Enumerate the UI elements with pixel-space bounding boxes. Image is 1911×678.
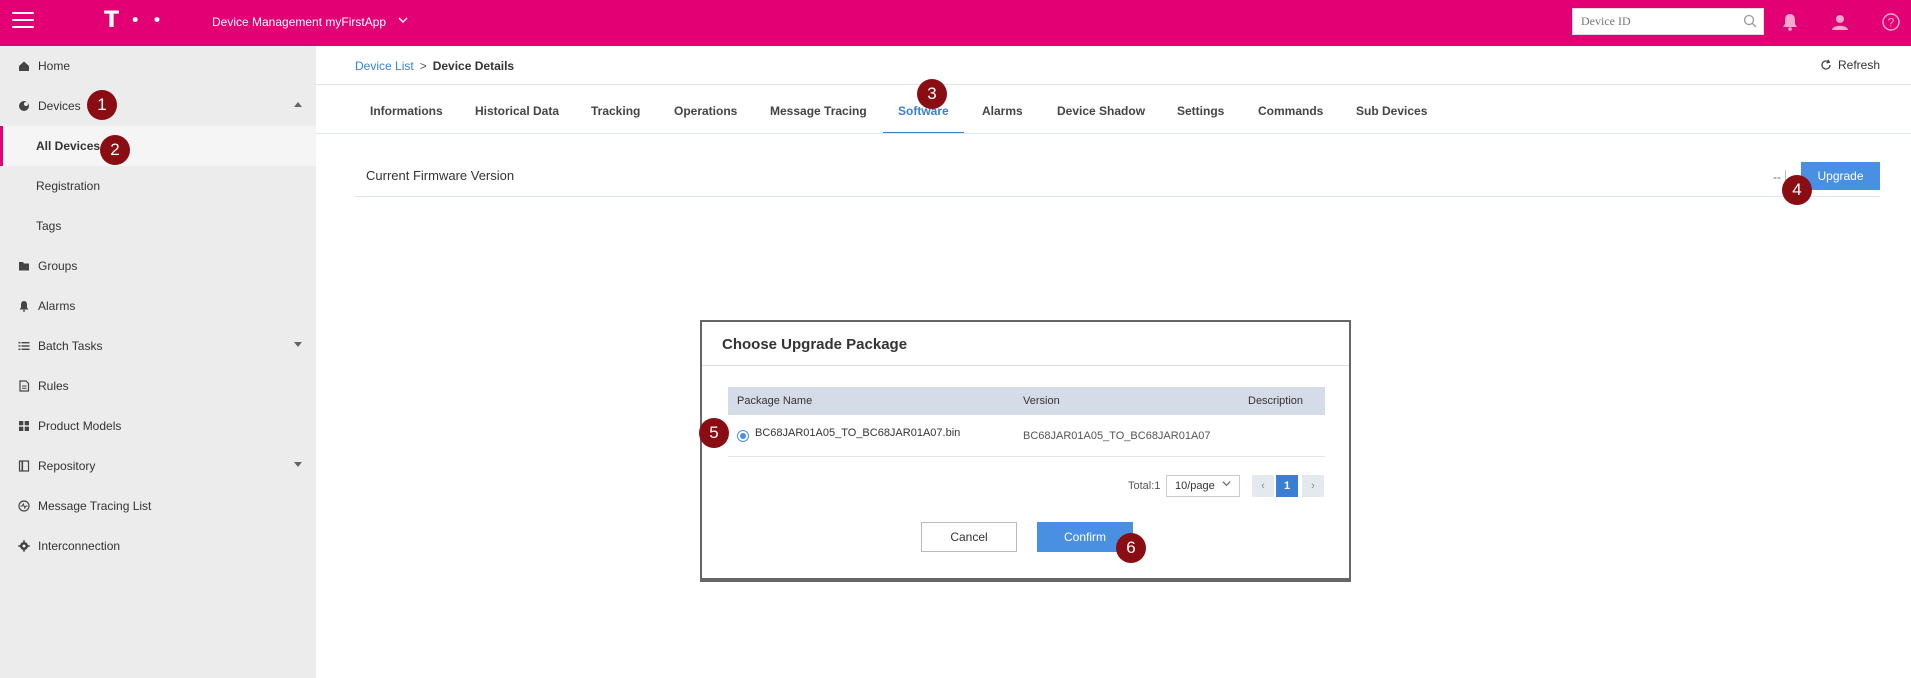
refresh-button[interactable]: Refresh (1820, 58, 1880, 72)
book-icon (18, 460, 30, 472)
sidebar-item-home[interactable]: Home (0, 46, 316, 86)
chevron-down-icon[interactable] (294, 342, 302, 347)
tab-divider (316, 133, 1911, 134)
bell-icon[interactable] (1780, 12, 1800, 32)
firmware-divider (355, 196, 1880, 197)
tab-settings[interactable]: Settings (1177, 104, 1224, 134)
current-firmware-label: Current Firmware Version (366, 168, 515, 183)
telekom-logo: T • • (104, 8, 166, 33)
table-row[interactable]: BC68JAR01A05_TO_BC68JAR01A07.bin BC68JAR… (728, 415, 1325, 457)
next-page-button[interactable]: › (1302, 475, 1324, 497)
step-marker-6: 6 (1116, 533, 1146, 563)
column-header-version: Version (1023, 395, 1060, 407)
refresh-icon (1821, 59, 1831, 70)
tracing-icon (18, 500, 30, 512)
tab-software[interactable]: Software (883, 104, 964, 134)
gear-icon (18, 540, 30, 552)
previous-page-button[interactable]: ‹ (1252, 475, 1274, 497)
sidebar-item-devices[interactable]: Devices (0, 86, 316, 126)
app-title[interactable]: Device Management myFirstApp (212, 15, 386, 29)
sidebar-item-batch-tasks[interactable]: Batch Tasks (0, 326, 316, 366)
package-name-cell: BC68JAR01A05_TO_BC68JAR01A07.bin (755, 427, 961, 439)
search-icon[interactable] (1743, 14, 1757, 28)
sidebar-item-repository[interactable]: Repository (0, 446, 316, 486)
sidebar: Home Devices All Devices Registration Ta… (0, 46, 316, 678)
cancel-button[interactable]: Cancel (921, 522, 1017, 552)
sidebar-item-rules[interactable]: Rules (0, 366, 316, 406)
sidebar-item-product-models[interactable]: Product Models (0, 406, 316, 446)
dialog-title: Choose Upgrade Package (722, 336, 908, 353)
search-box (1572, 8, 1764, 35)
breadcrumb-separator: > (419, 59, 427, 73)
current-firmware-value: -- (1773, 170, 1781, 184)
divider (702, 365, 1349, 366)
sidebar-item-interconnection[interactable]: Interconnection (0, 526, 316, 566)
tab-alarms[interactable]: Alarms (982, 104, 1023, 134)
step-marker-3: 3 (917, 79, 947, 109)
chevron-down-icon (1222, 479, 1231, 491)
column-header-description: Description (1248, 395, 1304, 407)
breadcrumb-current: Device Details (432, 59, 515, 73)
sidebar-item-groups[interactable]: Groups (0, 246, 316, 286)
menu-icon[interactable] (12, 12, 34, 32)
chevron-down-icon[interactable] (294, 462, 302, 467)
devices-icon (19, 101, 29, 111)
tab-message-tracing[interactable]: Message Tracing (770, 104, 867, 134)
page-size-select[interactable]: 10/page (1166, 475, 1240, 497)
device-id-search-input[interactable] (1573, 9, 1733, 34)
tab-tracking[interactable]: Tracking (591, 104, 640, 134)
sidebar-item-tags[interactable]: Tags (0, 206, 316, 246)
choose-upgrade-package-dialog: Choose Upgrade Package Package Name Vers… (700, 320, 1351, 582)
version-cell: BC68JAR01A05_TO_BC68JAR01A07 (1023, 430, 1211, 442)
tab-historical-data[interactable]: Historical Data (475, 104, 559, 134)
sidebar-item-alarms[interactable]: Alarms (0, 286, 316, 326)
svg-text:?: ? (1888, 16, 1895, 30)
step-marker-4: 4 (1782, 175, 1812, 205)
folder-icon (19, 262, 29, 271)
package-radio-button[interactable] (737, 430, 749, 442)
grid-icon (19, 421, 29, 431)
page-1-button[interactable]: 1 (1276, 475, 1298, 497)
step-marker-5: 5 (699, 418, 729, 448)
column-header-package-name: Package Name (737, 395, 813, 407)
total-count: Total:1 (1128, 480, 1161, 492)
user-icon[interactable] (1830, 12, 1850, 32)
sidebar-item-all-devices[interactable]: All Devices (0, 126, 316, 166)
sidebar-item-message-tracing-list[interactable]: Message Tracing List (0, 486, 316, 526)
breadcrumb: Device List > Device Details (355, 59, 514, 73)
step-marker-2: 2 (100, 135, 130, 165)
table-header: Package Name Version Description (728, 387, 1325, 415)
chevron-down-icon[interactable] (398, 15, 408, 28)
tab-commands[interactable]: Commands (1258, 104, 1323, 134)
tab-device-shadow[interactable]: Device Shadow (1057, 104, 1145, 134)
breadcrumb-device-list-link[interactable]: Device List (355, 59, 414, 73)
step-marker-1: 1 (87, 90, 117, 120)
tab-operations[interactable]: Operations (674, 104, 737, 134)
help-icon[interactable]: ? (1881, 12, 1901, 32)
list-icon (18, 342, 30, 350)
sidebar-item-registration[interactable]: Registration (0, 166, 316, 206)
upgrade-button[interactable]: Upgrade (1801, 162, 1880, 190)
divider (316, 84, 1911, 85)
tab-sub-devices[interactable]: Sub Devices (1356, 104, 1427, 134)
chevron-up-icon[interactable] (294, 102, 302, 107)
document-icon (19, 380, 30, 392)
tab-informations[interactable]: Informations (370, 104, 443, 134)
top-bar: T • • Device Management myFirstApp ? (0, 0, 1911, 46)
home-icon (19, 61, 29, 71)
bell-icon (19, 301, 29, 312)
